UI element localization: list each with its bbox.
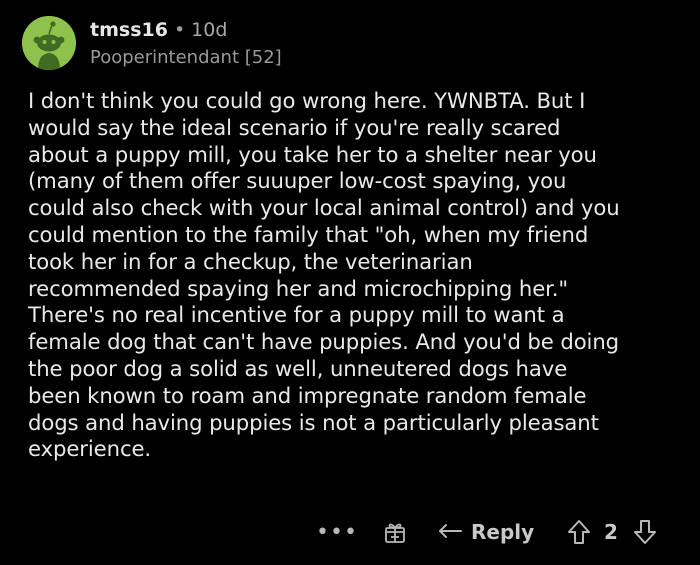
award-icon <box>385 523 405 543</box>
comment-body-line: about a puppy mill, you take her to a sh… <box>28 141 597 167</box>
comment-body-line: experience. <box>28 436 152 462</box>
comment-body-line: took her in for a checkup, the veterinar… <box>28 248 473 274</box>
comment-body-line: could also check with your local animal … <box>28 195 620 221</box>
reply-arrow-icon <box>439 524 462 538</box>
comment-body-line: recommended spaying her and microchippin… <box>28 275 569 301</box>
comment-meta: tmss16 • 10d Pooperintendant [52] <box>90 18 282 70</box>
downvote-icon <box>634 520 656 544</box>
comment-body-line: dogs and having puppies is not a particu… <box>28 409 599 435</box>
more-options-button[interactable]: ••• <box>316 512 358 552</box>
comment-body-line: would say the ideal scenario if you're r… <box>28 114 561 140</box>
comment-body-line: the poor dog a solid as well, unneutered… <box>28 355 568 381</box>
comment-actions-bar: ••• Reply 2 <box>0 512 700 552</box>
author-line: tmss16 • 10d <box>90 18 282 42</box>
reply-button[interactable]: Reply <box>437 512 534 552</box>
meta-separator: • <box>173 19 186 41</box>
comment-body: I don't think you could go wrong here. Y… <box>28 88 678 463</box>
comment-body-line: There's no real incentive for a puppy mi… <box>28 302 565 328</box>
more-options-icon: ••• <box>316 519 358 545</box>
comment-age: 10d <box>191 19 228 41</box>
comment-body-line: (many of them offer suuuper low-cost spa… <box>28 168 567 194</box>
comment-body-line: I don't think you could go wrong here. Y… <box>28 88 586 113</box>
upvote-button[interactable] <box>566 512 592 552</box>
comment-card: tmss16 • 10d Pooperintendant [52] I don't … <box>0 0 700 565</box>
comment-body-line: could mention to the family that "oh, wh… <box>28 221 589 247</box>
reply-label: Reply <box>471 520 535 544</box>
user-flair: Pooperintendant [52] <box>90 47 282 68</box>
upvote-icon <box>568 520 590 544</box>
comment-body-line: been known to roam and impregnate random… <box>28 382 587 408</box>
comment-body-line: female dog that can't have puppies. And … <box>28 329 620 355</box>
vote-score: 2 <box>604 520 618 544</box>
snoo-avatar-icon[interactable] <box>22 16 76 70</box>
award-button[interactable] <box>382 512 408 552</box>
downvote-button[interactable] <box>632 512 658 552</box>
username-link[interactable]: tmss16 <box>90 19 168 41</box>
